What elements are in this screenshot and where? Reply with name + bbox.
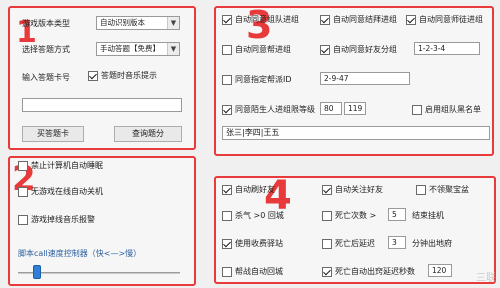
- panel-game-settings: 1 游戏版本类型 自动识别版本 ▼ 选择答题方式 手动答题【免费】 ▼ 输入答题…: [8, 6, 196, 150]
- no-sleep-label: 禁止计算机自动睡眠: [31, 161, 103, 170]
- auto-friend-checkbox[interactable]: 自动刷好友: [222, 184, 275, 195]
- names-input[interactable]: 张三|李四|王五: [222, 126, 490, 140]
- kill-return-checkbox[interactable]: 杀气 >0 回城: [222, 210, 284, 221]
- accept-guild-checkbox[interactable]: 自动同意帮进组: [222, 44, 291, 55]
- accept-sworn-checkbox[interactable]: 自动同意结拜进组: [320, 14, 397, 25]
- checkbox-checked-icon: [222, 238, 232, 249]
- no-treasure-bowl-checkbox[interactable]: 不领聚宝盆: [416, 184, 469, 195]
- answer-mode-select[interactable]: 手动答题【免费】 ▼: [96, 42, 180, 56]
- death-delay-input[interactable]: 3: [388, 236, 406, 249]
- level-min-input[interactable]: 80: [320, 102, 342, 115]
- speed-slider-track[interactable]: [18, 272, 180, 274]
- checkbox-unchecked-icon: [416, 184, 426, 195]
- friend-group-input[interactable]: 1-2-3-4: [414, 42, 480, 55]
- death-count-input[interactable]: 5: [388, 208, 406, 221]
- stranger-level-checkbox[interactable]: 同意陌生人进组限等级: [222, 104, 315, 115]
- checkbox-checked-icon: [222, 184, 232, 195]
- auto-out-delay-checkbox[interactable]: 死亡自动出窍延迟秒数: [322, 266, 415, 277]
- checkbox-checked-icon: [320, 44, 330, 55]
- blacklist-checkbox[interactable]: 启用组队黑名单: [412, 104, 481, 115]
- accept-friend-group-label: 自动同意好友分组: [333, 45, 397, 54]
- disconnect-alarm-label: 游戏掉线音乐报警: [31, 215, 95, 224]
- checkbox-unchecked-icon: [222, 266, 232, 277]
- music-tip-label: 答题时音乐提示: [101, 71, 157, 80]
- watermark-logo: 三联: [476, 273, 496, 284]
- accept-guild-label: 自动同意帮进组: [235, 45, 291, 54]
- checkbox-unchecked-icon: [322, 238, 332, 249]
- checkbox-unchecked-icon: [412, 104, 422, 115]
- designated-guild-checkbox[interactable]: 同意指定帮派ID: [222, 74, 292, 85]
- auto-friend-label: 自动刷好友: [235, 185, 275, 194]
- level-max-input[interactable]: 119: [344, 102, 366, 115]
- accept-sworn-label: 自动同意结拜进组: [333, 15, 397, 24]
- leave-underworld-label: 分钟出地府: [412, 239, 452, 248]
- checkbox-checked-icon: [406, 14, 416, 25]
- checkbox-checked-icon: [322, 184, 332, 195]
- checkbox-checked-icon: [320, 14, 330, 25]
- paid-station-label: 使用收费驿站: [235, 239, 283, 248]
- accept-friend-group-checkbox[interactable]: 自动同意好友分组: [320, 44, 397, 55]
- guild-war-return-checkbox[interactable]: 帮战自动回城: [222, 266, 283, 277]
- auto-shutdown-checkbox[interactable]: 无游戏在线自动关机: [18, 186, 103, 197]
- disconnect-alarm-checkbox[interactable]: 游戏掉线音乐报警: [18, 214, 95, 225]
- music-tip-checkbox[interactable]: 答题时音乐提示: [88, 70, 157, 81]
- kill-return-label: 杀气 >0 回城: [235, 211, 284, 220]
- death-delay-checkbox[interactable]: 死亡后延迟: [322, 238, 375, 249]
- chevron-down-icon: ▼: [167, 43, 179, 55]
- answer-mode-label: 选择答题方式: [22, 45, 70, 54]
- accept-team-checkbox[interactable]: 自动同意组队进组: [222, 14, 299, 25]
- auto-shutdown-label: 无游戏在线自动关机: [31, 187, 103, 196]
- no-treasure-bowl-label: 不领聚宝盆: [429, 185, 469, 194]
- settings-window: 1 游戏版本类型 自动识别版本 ▼ 选择答题方式 手动答题【免费】 ▼ 输入答题…: [0, 0, 500, 288]
- accept-team-label: 自动同意组队进组: [235, 15, 299, 24]
- checkbox-unchecked-icon: [222, 210, 232, 221]
- version-select[interactable]: 自动识别版本 ▼: [96, 16, 180, 30]
- card-number-input[interactable]: [22, 98, 182, 112]
- no-sleep-checkbox[interactable]: 禁止计算机自动睡眠: [18, 160, 103, 171]
- death-count-checkbox[interactable]: 死亡次数 >: [322, 210, 376, 221]
- death-count-label: 死亡次数 >: [335, 211, 377, 220]
- out-delay-input[interactable]: 120: [428, 264, 452, 277]
- speed-slider-thumb[interactable]: [33, 265, 42, 279]
- version-label: 游戏版本类型: [22, 19, 70, 28]
- blacklist-label: 启用组队黑名单: [425, 105, 481, 114]
- buy-card-button[interactable]: 买答题卡: [22, 126, 84, 142]
- guild-war-return-label: 帮战自动回城: [235, 267, 283, 276]
- checkbox-checked-icon: [222, 104, 232, 115]
- checkbox-unchecked-icon: [18, 186, 28, 197]
- checkbox-checked-icon: [222, 14, 232, 25]
- auto-follow-checkbox[interactable]: 自动关注好友: [322, 184, 383, 195]
- checkbox-checked-icon: [322, 266, 332, 277]
- accept-mentor-checkbox[interactable]: 自动同意师徒进组: [406, 14, 483, 25]
- stranger-level-label: 同意陌生人进组限等级: [235, 105, 315, 114]
- auto-follow-label: 自动关注好友: [335, 185, 383, 194]
- paid-station-checkbox[interactable]: 使用收费驿站: [222, 238, 283, 249]
- death-delay-label: 死亡后延迟: [335, 239, 375, 248]
- checkbox-unchecked-icon: [222, 44, 232, 55]
- designated-guild-label: 同意指定帮派ID: [235, 75, 292, 84]
- panel-system-settings: 2 禁止计算机自动睡眠 无游戏在线自动关机 游戏掉线音乐报警 脚本call速度控…: [8, 156, 196, 286]
- guild-id-input[interactable]: 2-9-47: [320, 72, 410, 85]
- checkbox-unchecked-icon: [222, 74, 232, 85]
- version-select-value: 自动识别版本: [100, 18, 145, 27]
- checkbox-unchecked-icon: [18, 160, 28, 171]
- panel-combat-settings: 4 自动刷好友 杀气 >0 回城 使用收费驿站 帮战自动回城 自动关注好友 死亡…: [214, 176, 496, 284]
- speed-controller-label: 脚本call速度控制器（快<—>慢）: [18, 249, 142, 258]
- checkbox-unchecked-icon: [18, 214, 28, 225]
- query-score-button[interactable]: 查询题分: [114, 126, 182, 142]
- accept-mentor-label: 自动同意师徒进组: [419, 15, 483, 24]
- end-hang-label: 结束挂机: [412, 211, 444, 220]
- panel-number-3: 3: [246, 3, 273, 47]
- answer-mode-select-value: 手动答题【免费】: [100, 44, 160, 53]
- chevron-down-icon: ▼: [167, 17, 179, 29]
- panel-team-settings: 3 自动同意组队进组 自动同意结拜进组 自动同意师徒进组 自动同意帮进组 自动同…: [214, 6, 494, 156]
- checkbox-checked-icon: [88, 70, 98, 81]
- checkbox-unchecked-icon: [322, 210, 332, 221]
- auto-out-delay-label: 死亡自动出窍延迟秒数: [335, 267, 415, 276]
- card-number-label: 输入答题卡号: [22, 73, 70, 82]
